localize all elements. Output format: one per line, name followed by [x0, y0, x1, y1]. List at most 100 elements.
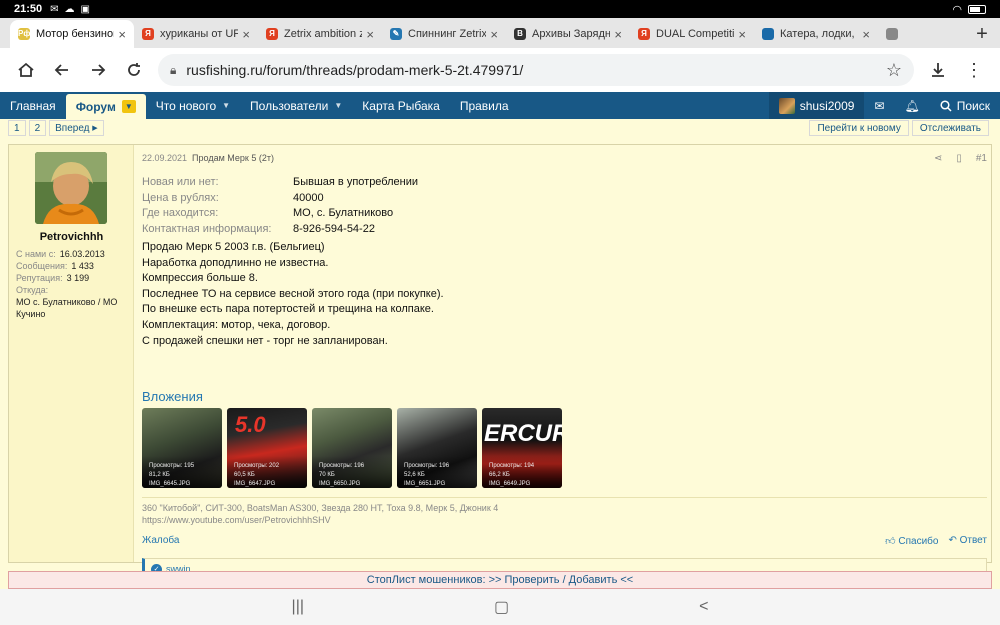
attachment-thumbnail[interactable]: ERCUR Просмотры: 194 66,2 КБ IMG_6649.JPG [482, 408, 562, 488]
mail-icon: ✉ [50, 3, 59, 15]
close-tab-icon[interactable]: × [366, 27, 374, 42]
post-message: Продаю Мерк 5 2003 г.в. (Бельгиец) Нарабо… [142, 240, 842, 349]
field-value: Бывшая в употреблении [293, 176, 419, 188]
envelope-icon: ✉ [874, 98, 885, 113]
report-link[interactable]: Жалоба [142, 535, 179, 547]
alerts-button[interactable]: 🔔︎ [895, 92, 930, 119]
chevron-down-icon[interactable]: ▼ [334, 101, 342, 110]
stoplist-banner[interactable]: СтопЛист мошенников: >> Проверить / Доба… [8, 571, 992, 589]
attachment-thumbnail[interactable]: 5.0 Просмотры: 202 60,5 КБ IMG_6647.JPG [227, 408, 307, 488]
field-label: Цена в рублях: [142, 191, 219, 204]
tab-favicon-icon: B [514, 28, 526, 40]
home-circle-icon[interactable]: ▢ [494, 597, 509, 617]
tab-title: хуриканы от UF [160, 28, 239, 40]
goto-new-button[interactable]: Перейти к новому [809, 120, 909, 136]
next-page-link[interactable]: Вперед ▶ [49, 120, 104, 136]
post-number[interactable]: #1 [976, 153, 987, 164]
author-avatar[interactable] [35, 152, 107, 224]
author-stats: С нами с: 16.03.2013 Сообщения: 1 433 Репу… [16, 248, 128, 320]
url-text: rusfishing.ru/forum/threads/prodam-merk-… [186, 62, 524, 78]
url-bar[interactable]: 🔒︎ rusfishing.ru/forum/threads/prodam-me… [158, 54, 914, 86]
attachment-thumbnail[interactable]: Просмотры: 196 70 КБ IMG_6650.JPG [312, 408, 392, 488]
attachment-size: 52,6 КБ [404, 472, 425, 478]
inbox-button[interactable]: ✉ [864, 92, 894, 119]
browser-tab[interactable]: ✎ Спиннинг Zetrix × [382, 20, 506, 48]
nav-rules[interactable]: Правила [450, 92, 519, 119]
bookmark-star-icon[interactable]: ☆ [886, 60, 902, 81]
attachment-size: 70 КБ [319, 472, 335, 478]
tab-favicon-icon: Рф [18, 28, 31, 40]
bookmark-icon[interactable]: ▯ [956, 153, 962, 164]
chevron-down-icon[interactable]: ▼ [222, 101, 230, 110]
browser-tab[interactable]: Рф Мотор бензиново × [10, 20, 134, 48]
watch-button[interactable]: Отслеживать [911, 120, 989, 136]
browser-tab[interactable]: Я DUAL Competitio × [630, 20, 754, 48]
reply-button[interactable]: ↶ Ответ [948, 535, 987, 547]
browser-tab[interactable]: Катера, лодки, × [754, 20, 878, 48]
browser-tab-strip: РфМотор бензиново×Яхуриканы от UF×ЯZetri… [0, 18, 1000, 48]
post-signature: 360 "Китобой", СИТ-300, BoatsMan AS300, … [142, 497, 987, 526]
notification-icon: ▣ [80, 3, 90, 15]
close-tab-icon[interactable]: × [614, 27, 622, 42]
author-name[interactable]: Petrovichhh [9, 231, 134, 243]
share-icon[interactable]: ⋖ [934, 153, 942, 164]
stat-location: МО с. Булатниково / МО Кучино [16, 297, 118, 319]
attachment-meta: Просмотры: 202 60,5 КБ IMG_6647.JPG [227, 456, 307, 488]
new-tab-button[interactable]: + [964, 20, 1000, 48]
tab-favicon-icon: Я [266, 28, 278, 40]
status-time: 21:50 [14, 3, 43, 15]
nav-forum[interactable]: Форум ▼ [65, 94, 146, 119]
account-menu[interactable]: shusi2009 [768, 92, 865, 119]
attachment-name: IMG_6647.JPG [234, 481, 276, 487]
close-tab-icon[interactable]: × [118, 27, 126, 42]
tab-title: DUAL Competitio [656, 28, 735, 40]
search-button[interactable]: Поиск [930, 92, 1000, 119]
post-body: 22.09.2021 Продам Мерк 5 (2т) ⋖ ▯ #1 Нов… [142, 145, 991, 580]
nav-map[interactable]: Карта Рыбака [352, 92, 450, 119]
attachment-views: Просмотры: 202 [234, 463, 280, 469]
nav-home[interactable]: Главная [0, 92, 66, 119]
attachment-name: IMG_6650.JPG [319, 481, 361, 487]
signature-line: 360 "Китобой", СИТ-300, BoatsMan AS300, … [142, 503, 499, 513]
browser-tab[interactable] [878, 20, 922, 48]
browser-tab[interactable]: Яхуриканы от UF × [134, 20, 258, 48]
download-button[interactable] [920, 52, 956, 88]
attachment-thumbnail[interactable]: Просмотры: 196 52,6 КБ IMG_6651.JPG [397, 408, 477, 488]
attachment-size: 66,2 КБ [489, 472, 510, 478]
nav-whats-new[interactable]: Что нового ▼ [146, 92, 240, 119]
post-date[interactable]: 22.09.2021 [142, 153, 187, 163]
back-chevron-icon[interactable]: < [699, 598, 708, 616]
field-label: Где находится: [142, 207, 219, 220]
attachment-meta: Просмотры: 195 81,2 КБ IMG_6645.JPG [142, 456, 222, 488]
page-link-2[interactable]: 2 [28, 120, 47, 136]
browser-tab[interactable]: Я Zetrix ambition z × [258, 20, 382, 48]
close-tab-icon[interactable]: × [862, 27, 870, 42]
back-button[interactable] [44, 52, 80, 88]
home-button[interactable] [8, 52, 44, 88]
close-tab-icon[interactable]: × [490, 27, 498, 42]
post-thread-title: Продам Мерк 5 (2т) [192, 153, 274, 163]
attachment-meta: Просмотры: 196 52,6 КБ IMG_6651.JPG [397, 456, 477, 488]
post-actions: Жалоба 👍︎ Спасибо ↶ Ответ [142, 535, 987, 547]
close-tab-icon[interactable]: × [242, 27, 250, 42]
tab-favicon-icon: Я [142, 28, 154, 40]
close-tab-icon[interactable]: × [738, 27, 746, 42]
attachment-meta: Просмотры: 196 70 КБ IMG_6650.JPG [312, 456, 392, 488]
recent-apps-icon[interactable]: ||| [292, 598, 304, 616]
reload-button[interactable] [116, 52, 152, 88]
like-button[interactable]: 👍︎ Спасибо [885, 535, 938, 547]
message-line: Комплектация: мотор, чека, договор. [142, 318, 331, 331]
page-link-1[interactable]: 1 [8, 120, 26, 136]
menu-button[interactable]: ⋮ [956, 52, 992, 88]
forward-button[interactable] [80, 52, 116, 88]
browser-tab[interactable]: B Архивы Зарядн × [506, 20, 630, 48]
stat-row: Сообщения: 1 433 [16, 261, 94, 271]
chevron-down-icon[interactable]: ▼ [121, 100, 136, 113]
nav-users[interactable]: Пользователи ▼ [240, 92, 352, 119]
page-content: 1 2 Вперед ▶ Перейти к новому Отслеживат… [0, 119, 1000, 589]
attachment-thumbnail[interactable]: Просмотры: 195 81,2 КБ IMG_6645.JPG [142, 408, 222, 488]
signature-link[interactable]: https://www.youtube.com/user/Petrovichhh… [142, 514, 987, 526]
chevron-right-icon: ▶ [92, 125, 98, 132]
tab-title: Мотор бензиново [36, 28, 114, 40]
attachment-name: IMG_6649.JPG [489, 481, 531, 487]
